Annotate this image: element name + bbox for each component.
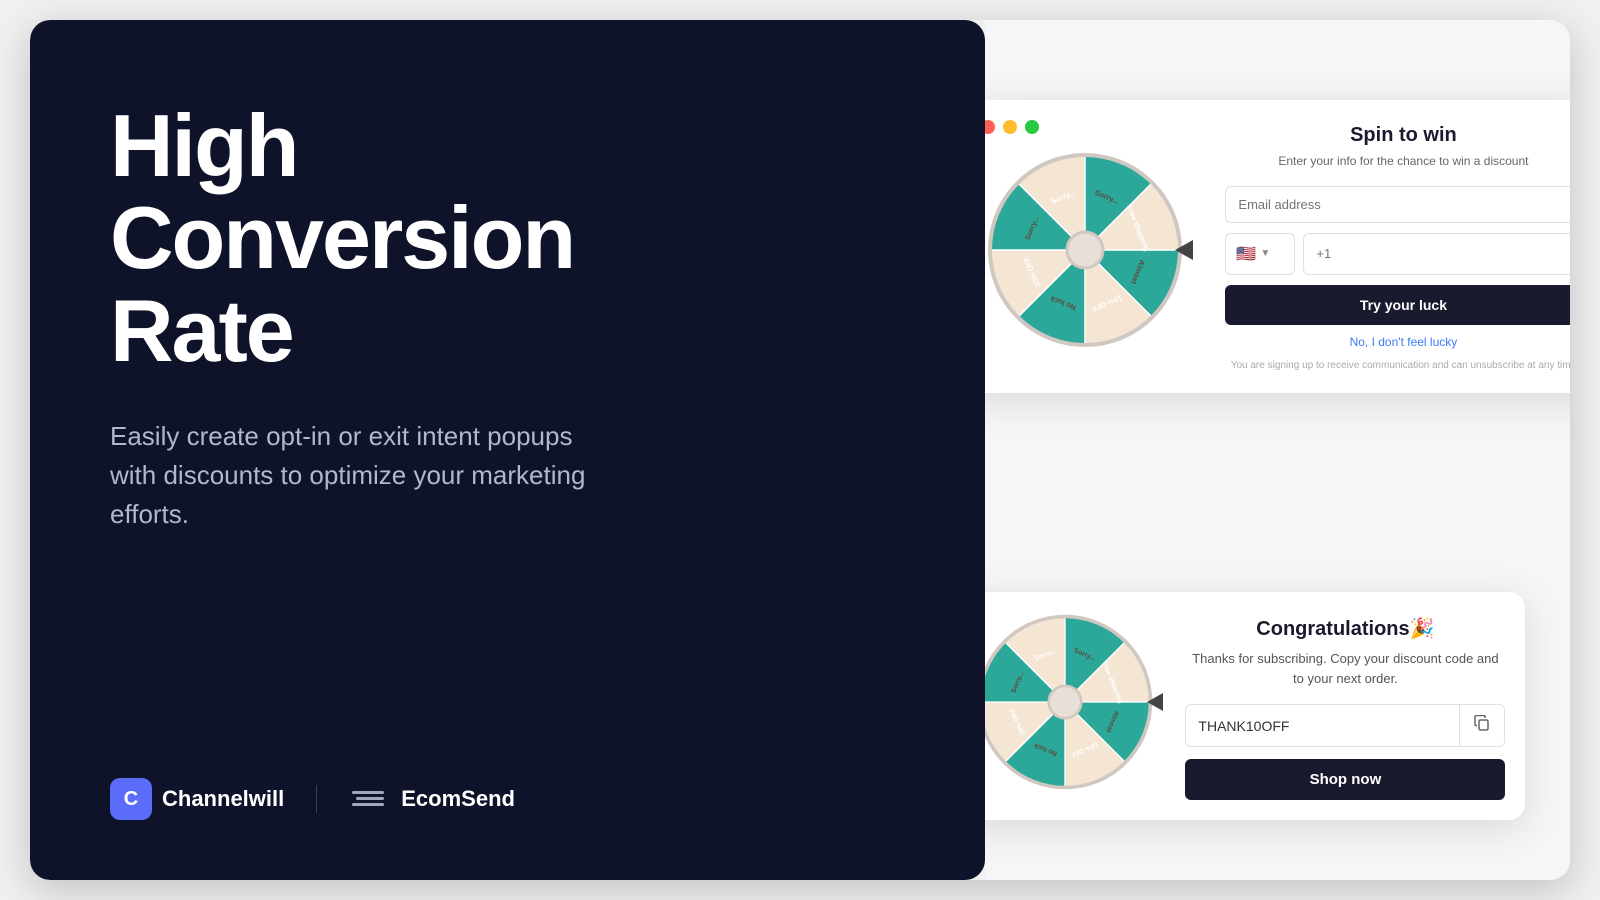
phone-field[interactable] bbox=[1303, 233, 1570, 275]
wheel-section-1: Free shipping Almost 10% OFF No luck 15%… bbox=[985, 100, 1205, 393]
email-field[interactable] bbox=[1225, 186, 1570, 223]
spin-wheel-1: Free shipping Almost 10% OFF No luck 15%… bbox=[985, 150, 1185, 350]
discount-code-display: THANK10OFF bbox=[1186, 708, 1459, 744]
dot-green bbox=[1025, 120, 1039, 134]
channelwill-icon: C bbox=[110, 778, 152, 820]
subtitle-text: Easily create opt-in or exit intent popu… bbox=[110, 417, 610, 534]
right-panel: Free shipping Almost 10% OFF No luck 15%… bbox=[985, 20, 1570, 880]
main-container: High Conversion Rate Easily create opt-i… bbox=[30, 20, 1570, 880]
phone-flag-selector[interactable]: 🇺🇸 ▼ bbox=[1225, 233, 1295, 275]
wheel-arrow-2 bbox=[1147, 693, 1163, 711]
popup-spin-subtitle: Enter your info for the chance to win a … bbox=[1225, 153, 1570, 170]
close-button-1[interactable]: × bbox=[1565, 112, 1570, 140]
copy-code-button[interactable] bbox=[1459, 705, 1504, 746]
brand-logos: C Channelwill EcomSend bbox=[110, 778, 905, 820]
wheel-arrow-1 bbox=[1175, 240, 1193, 260]
ecomsend-brand: EcomSend bbox=[349, 778, 515, 820]
popup-form-1: × Spin to win Enter your info for the ch… bbox=[1205, 100, 1570, 393]
wheel-container-2: Free shipping Almost 10% OFF No luck 15%… bbox=[985, 612, 1155, 792]
congrats-section: Congratulations🎉 Thanks for subscribing.… bbox=[1165, 592, 1525, 820]
no-lucky-link[interactable]: No, I don't feel lucky bbox=[1225, 335, 1570, 349]
disclaimer-text: You are signing up to receive communicat… bbox=[1225, 359, 1570, 373]
wheel-container-1: Free shipping Almost 10% OFF No luck 15%… bbox=[985, 150, 1185, 350]
left-panel: High Conversion Rate Easily create opt-i… bbox=[30, 20, 985, 880]
discount-code-row: THANK10OFF bbox=[1185, 704, 1505, 747]
congrats-text: Thanks for subscribing. Copy your discou… bbox=[1185, 649, 1505, 688]
ecomsend-label: EcomSend bbox=[401, 786, 515, 812]
spin-wheel-2: Free shipping Almost 10% OFF No luck 15%… bbox=[985, 612, 1155, 792]
popup-spin-to-win: Free shipping Almost 10% OFF No luck 15%… bbox=[985, 100, 1570, 393]
dot-yellow bbox=[1003, 120, 1017, 134]
channelwill-label: Channelwill bbox=[162, 786, 284, 812]
popup-spin-title: Spin to win bbox=[1225, 124, 1570, 147]
dot-red bbox=[985, 120, 995, 134]
try-luck-button[interactable]: Try your luck bbox=[1225, 285, 1570, 325]
shop-now-button[interactable]: Shop now bbox=[1185, 759, 1505, 800]
channelwill-brand: C Channelwill bbox=[110, 778, 284, 820]
phone-row: 🇺🇸 ▼ bbox=[1225, 233, 1570, 275]
brand-divider bbox=[316, 785, 317, 813]
main-title: High Conversion Rate bbox=[110, 100, 905, 377]
congrats-title: Congratulations🎉 bbox=[1185, 616, 1505, 641]
wheel-section-2: Free shipping Almost 10% OFF No luck 15%… bbox=[985, 592, 1165, 820]
popup-congratulations: Free shipping Almost 10% OFF No luck 15%… bbox=[985, 592, 1525, 820]
browser-dots bbox=[985, 120, 1055, 150]
ecomsend-icon bbox=[349, 778, 391, 820]
